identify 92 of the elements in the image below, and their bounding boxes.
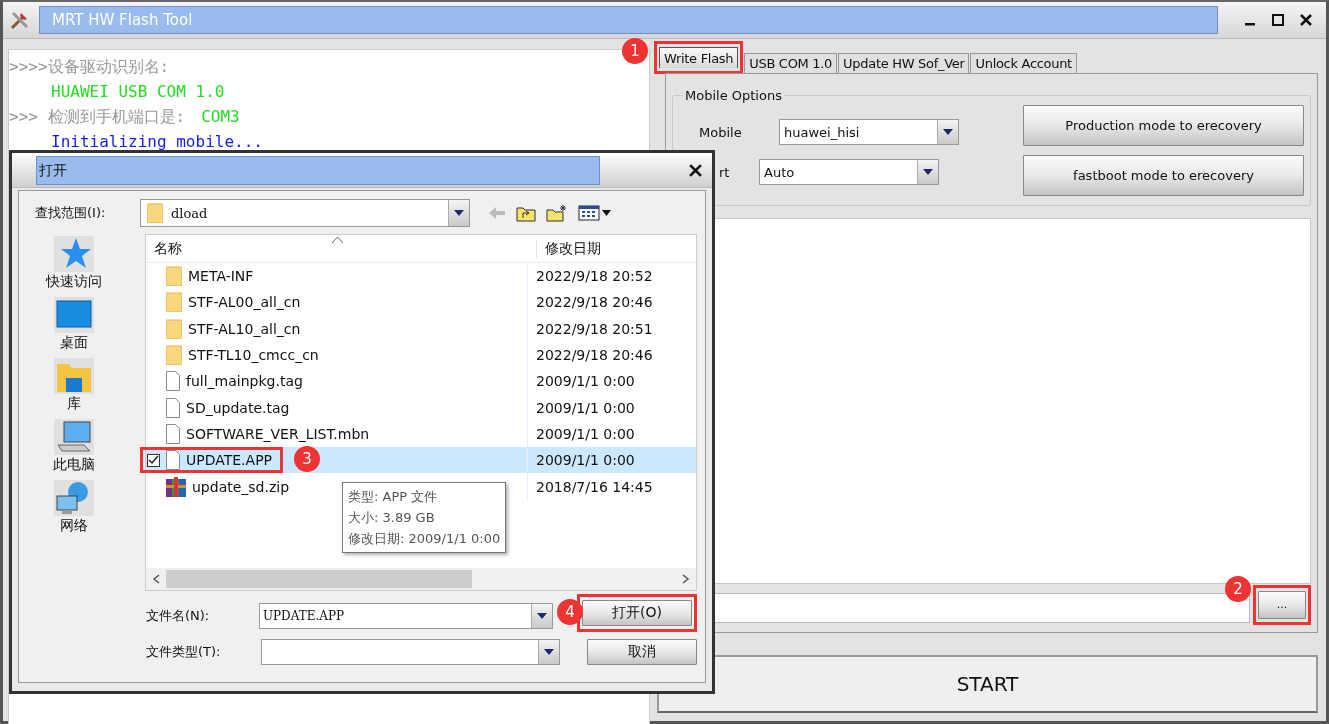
up-folder-icon[interactable] xyxy=(516,204,536,222)
tab[interactable]: USB COM 1.0 xyxy=(744,53,838,73)
file-row[interactable]: META-INF 2022/9/18 20:52 xyxy=(146,263,696,290)
desktop-icon xyxy=(54,297,94,333)
column-header[interactable]: 名称 xyxy=(146,239,537,258)
caret-icon xyxy=(943,129,953,135)
log-line: HUAWEI USB COM 1.0 xyxy=(50,81,226,103)
maximize-icon[interactable] xyxy=(1272,14,1284,26)
caret-icon xyxy=(544,649,554,655)
close-icon[interactable] xyxy=(689,163,702,177)
window-title: MRT HW Flash Tool xyxy=(39,6,1218,34)
file-name: update_sd.zip xyxy=(192,478,290,495)
folder-icon xyxy=(166,345,182,366)
look-in-dropdown[interactable]: dload xyxy=(140,199,470,227)
file-name: STF-AL00_all_cn xyxy=(188,294,301,311)
file-row[interactable]: STF-AL10_all_cn 2022/9/18 20:51 xyxy=(146,315,696,342)
file-icon xyxy=(166,423,180,444)
tooltip-line: 类型: APP 文件 xyxy=(348,488,439,506)
file-row[interactable]: SD_update.tag 2009/1/1 0:00 xyxy=(146,394,696,421)
place-item[interactable]: 库 xyxy=(35,358,113,412)
file-name: SOFTWARE_VER_LIST.mbn xyxy=(186,425,370,442)
view-menu-icon[interactable] xyxy=(578,205,612,221)
log-line: >>> 检测到手机端口是: COM3 xyxy=(9,106,241,128)
checkbox[interactable] xyxy=(147,453,160,467)
tab[interactable]: Unlock Account xyxy=(970,53,1077,73)
computer-icon xyxy=(54,419,94,455)
field-label: rt xyxy=(719,164,731,180)
column-header[interactable]: 修改日期 xyxy=(537,239,601,258)
file-date: 2009/1/1 0:00 xyxy=(535,399,635,416)
file-date: 2009/1/1 0:00 xyxy=(535,373,635,390)
mode-button[interactable]: fastboot mode to erecovery xyxy=(1023,155,1304,196)
archive-icon xyxy=(166,476,186,497)
place-item[interactable]: 快速访问 xyxy=(35,236,113,290)
group-title: Mobile Options xyxy=(684,88,783,103)
browse-button[interactable]: ... xyxy=(1258,590,1306,619)
file-date: 2022/9/18 20:52 xyxy=(535,268,653,285)
file-icon xyxy=(166,397,180,418)
file-icon xyxy=(166,371,180,392)
file-type-dropdown[interactable] xyxy=(260,639,560,665)
file-name: full_mainpkg.tag xyxy=(186,373,303,390)
file-date: 2009/1/1 0:00 xyxy=(535,425,635,442)
file-name: STF-AL10_all_cn xyxy=(188,320,301,337)
dropdown[interactable]: huawei_hisi xyxy=(779,119,959,145)
mode-button[interactable]: Production mode to erecovery xyxy=(1023,105,1304,146)
place-item[interactable]: 桌面 xyxy=(35,297,113,351)
file-name-label: 文件名(N): xyxy=(146,607,211,625)
close-icon[interactable] xyxy=(1300,14,1312,26)
file-name: SD_update.tag xyxy=(186,399,290,416)
file-row[interactable]: STF-TL10_cmcc_cn 2022/9/18 20:46 xyxy=(146,341,696,369)
tab[interactable]: Write Flash xyxy=(659,47,739,68)
tooltip-line: 大小: 3.89 GB xyxy=(348,509,436,527)
network-icon xyxy=(54,480,94,516)
file-date: 2022/9/18 20:46 xyxy=(535,294,653,311)
sort-caret-icon xyxy=(332,237,343,243)
open-button[interactable]: 打开(O) xyxy=(582,600,692,626)
dialog-title: 打开 xyxy=(36,155,600,185)
folder-icon xyxy=(166,318,182,339)
place-item[interactable]: 此电脑 xyxy=(35,419,113,473)
file-row[interactable]: STF-AL00_all_cn 2022/9/18 20:46 xyxy=(146,289,696,316)
file-name-field[interactable]: UPDATE.APP xyxy=(258,603,553,629)
caret-icon xyxy=(923,169,933,175)
file-name: META-INF xyxy=(188,268,254,285)
file-type-label: 文件类型(T): xyxy=(146,643,222,661)
file-date: 2009/1/1 0:00 xyxy=(535,452,635,469)
file-row[interactable]: full_mainpkg.tag 2009/1/1 0:00 xyxy=(146,368,696,395)
place-item[interactable]: 网络 xyxy=(35,480,113,534)
file-name: STF-TL10_cmcc_cn xyxy=(188,347,319,364)
tooltip-line: 修改日期: 2009/1/1 0:00 xyxy=(348,530,501,548)
file-date: 2018/7/16 14:45 xyxy=(535,478,653,495)
file-date: 2022/9/18 20:51 xyxy=(535,320,653,337)
file-icon xyxy=(166,450,180,471)
folder-icon xyxy=(147,203,163,223)
tab[interactable]: Update HW Sof_Ver xyxy=(838,53,970,73)
caret-icon xyxy=(537,613,547,619)
cancel-button[interactable]: 取消 xyxy=(587,639,697,665)
scroll-right-icon[interactable] xyxy=(682,574,690,584)
tools-icon xyxy=(9,9,31,31)
file-name: UPDATE.APP xyxy=(186,452,273,469)
folder-icon xyxy=(166,266,182,287)
folder-icon xyxy=(166,292,182,313)
horizontal-scrollbar[interactable] xyxy=(146,568,696,590)
look-in-label: 查找范围(I): xyxy=(35,204,107,222)
dropdown[interactable]: Auto xyxy=(759,159,939,185)
log-line: >>>>设备驱动识别名: xyxy=(9,56,171,78)
file-date: 2022/9/18 20:46 xyxy=(535,347,653,364)
log-line: Initializing mobile... xyxy=(50,131,264,153)
caret-icon xyxy=(454,210,464,216)
start-button[interactable]: START xyxy=(657,654,1318,713)
library-icon xyxy=(54,358,94,394)
field-label: Mobile xyxy=(698,124,743,140)
scroll-left-icon[interactable] xyxy=(152,574,160,584)
new-folder-icon[interactable] xyxy=(546,204,568,222)
